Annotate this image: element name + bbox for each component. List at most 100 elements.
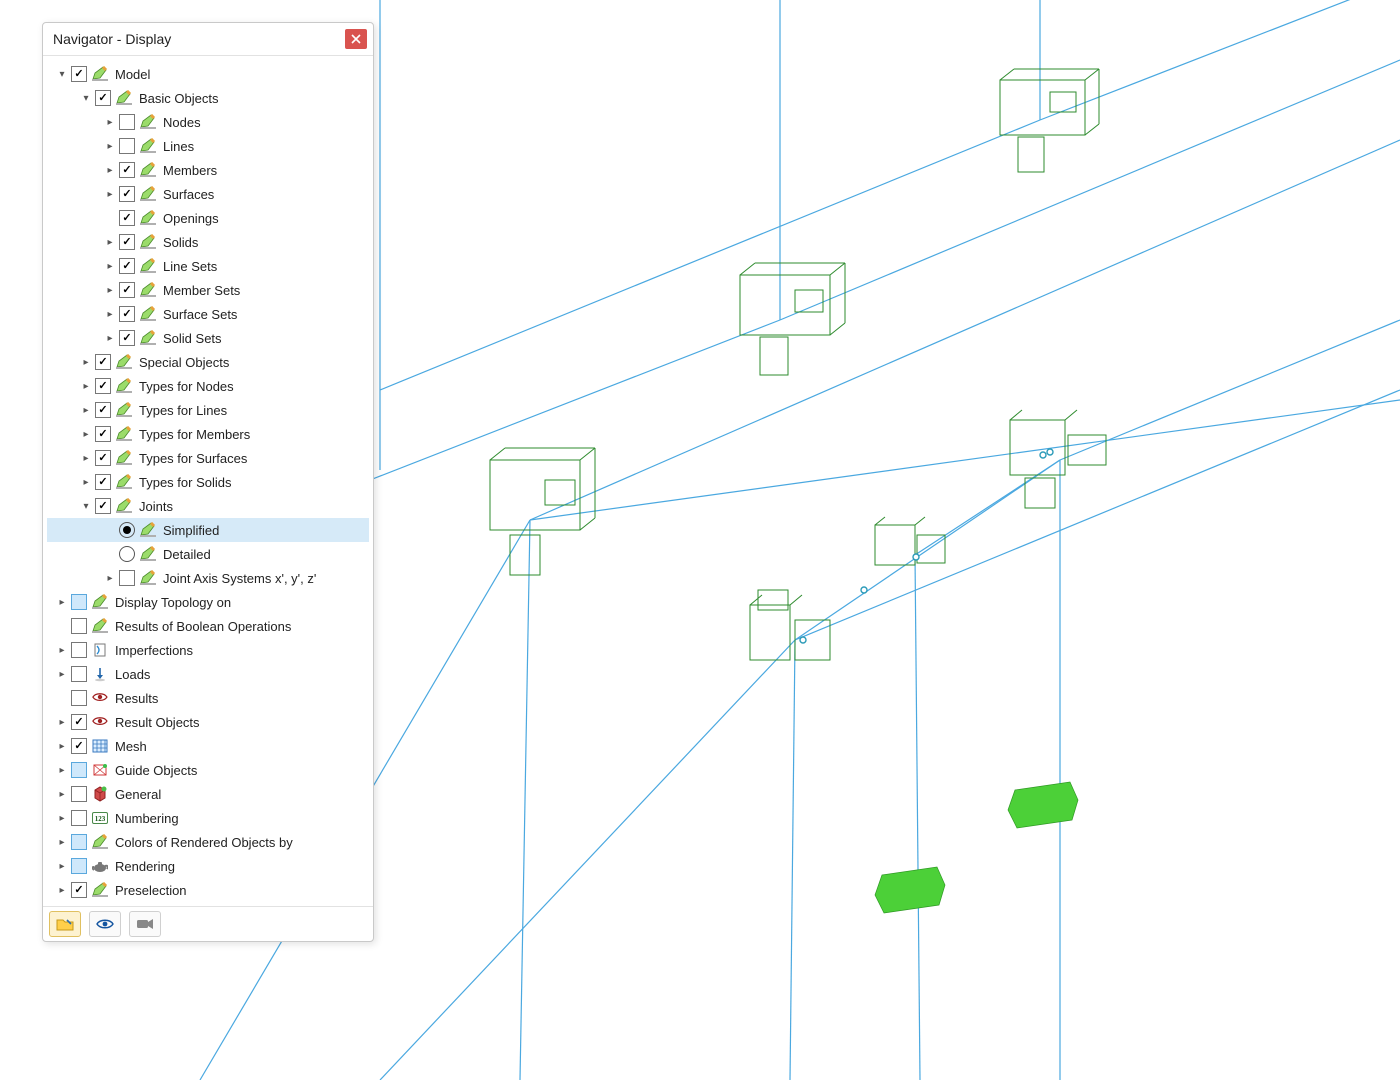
tree-item-solid-sets[interactable]: ▸Solid Sets	[47, 326, 369, 350]
tree-item-openings[interactable]: ▸Openings	[47, 206, 369, 230]
chevron-right-icon[interactable]: ▸	[103, 333, 117, 344]
chevron-right-icon[interactable]: ▸	[79, 405, 93, 416]
checkbox-member-sets[interactable]	[119, 282, 135, 298]
tree-item-nodes[interactable]: ▸Nodes	[47, 110, 369, 134]
tree-item-line-sets[interactable]: ▸Line Sets	[47, 254, 369, 278]
footer-btn-project[interactable]	[49, 911, 81, 937]
tree-item-result-objects[interactable]: ▸Result Objects	[47, 710, 369, 734]
chevron-right-icon[interactable]: ▸	[55, 885, 69, 896]
chevron-right-icon[interactable]: ▸	[55, 645, 69, 656]
checkbox-joints[interactable]	[95, 498, 111, 514]
checkbox-types-for-surfaces[interactable]	[95, 450, 111, 466]
tree-item-results-of-boolean-operations[interactable]: ▸Results of Boolean Operations	[47, 614, 369, 638]
tree-item-detailed[interactable]: ▸Detailed	[47, 542, 369, 566]
chevron-right-icon[interactable]: ▸	[55, 765, 69, 776]
tree-item-special-objects[interactable]: ▸Special Objects	[47, 350, 369, 374]
tree-item-joints[interactable]: ▾Joints	[47, 494, 369, 518]
tree[interactable]: ▾Model▾Basic Objects▸Nodes▸Lines▸Members…	[43, 56, 373, 906]
checkbox-line-sets[interactable]	[119, 258, 135, 274]
checkbox-loads[interactable]	[71, 666, 87, 682]
chevron-right-icon[interactable]: ▸	[79, 453, 93, 464]
chevron-down-icon[interactable]: ▾	[79, 501, 93, 512]
checkbox-display-topology-on[interactable]	[71, 594, 87, 610]
radio-simplified[interactable]	[119, 522, 135, 538]
tree-item-display-topology-on[interactable]: ▸Display Topology on	[47, 590, 369, 614]
tree-item-member-sets[interactable]: ▸Member Sets	[47, 278, 369, 302]
chevron-right-icon[interactable]: ▸	[103, 573, 117, 584]
chevron-right-icon[interactable]: ▸	[79, 429, 93, 440]
chevron-right-icon[interactable]: ▸	[103, 189, 117, 200]
chevron-right-icon[interactable]: ▸	[79, 381, 93, 392]
checkbox-colors-of-rendered-objects-by[interactable]	[71, 834, 87, 850]
checkbox-result-objects[interactable]	[71, 714, 87, 730]
tree-item-simplified[interactable]: ▸Simplified	[47, 518, 369, 542]
footer-btn-display[interactable]	[89, 911, 121, 937]
chevron-right-icon[interactable]: ▸	[79, 357, 93, 368]
tree-item-preselection[interactable]: ▸Preselection	[47, 878, 369, 902]
close-button[interactable]	[345, 29, 367, 49]
checkbox-rendering[interactable]	[71, 858, 87, 874]
tree-item-solids[interactable]: ▸Solids	[47, 230, 369, 254]
checkbox-results-of-boolean-operations[interactable]	[71, 618, 87, 634]
tree-item-mesh[interactable]: ▸Mesh	[47, 734, 369, 758]
checkbox-types-for-lines[interactable]	[95, 402, 111, 418]
chevron-right-icon[interactable]: ▸	[79, 477, 93, 488]
checkbox-imperfections[interactable]	[71, 642, 87, 658]
tree-item-lines[interactable]: ▸Lines	[47, 134, 369, 158]
tree-item-joint-axis-systems-x-y-z-[interactable]: ▸Joint Axis Systems x', y', z'	[47, 566, 369, 590]
checkbox-special-objects[interactable]	[95, 354, 111, 370]
chevron-right-icon[interactable]: ▸	[55, 789, 69, 800]
checkbox-basic-objects[interactable]	[95, 90, 111, 106]
checkbox-nodes[interactable]	[119, 114, 135, 130]
checkbox-numbering[interactable]	[71, 810, 87, 826]
tree-item-guide-objects[interactable]: ▸Guide Objects	[47, 758, 369, 782]
chevron-right-icon[interactable]: ▸	[103, 285, 117, 296]
checkbox-solids[interactable]	[119, 234, 135, 250]
tree-item-types-for-surfaces[interactable]: ▸Types for Surfaces	[47, 446, 369, 470]
radio-detailed[interactable]	[119, 546, 135, 562]
checkbox-surface-sets[interactable]	[119, 306, 135, 322]
checkbox-types-for-nodes[interactable]	[95, 378, 111, 394]
chevron-right-icon[interactable]: ▸	[55, 861, 69, 872]
tree-item-types-for-nodes[interactable]: ▸Types for Nodes	[47, 374, 369, 398]
chevron-right-icon[interactable]: ▸	[55, 717, 69, 728]
tree-item-model[interactable]: ▾Model	[47, 62, 369, 86]
tree-item-colors-of-rendered-objects-by[interactable]: ▸Colors of Rendered Objects by	[47, 830, 369, 854]
tree-item-basic-objects[interactable]: ▾Basic Objects	[47, 86, 369, 110]
chevron-right-icon[interactable]: ▸	[103, 165, 117, 176]
tree-item-types-for-solids[interactable]: ▸Types for Solids	[47, 470, 369, 494]
chevron-right-icon[interactable]: ▸	[55, 837, 69, 848]
tree-item-surface-sets[interactable]: ▸Surface Sets	[47, 302, 369, 326]
tree-item-results[interactable]: ▸Results	[47, 686, 369, 710]
chevron-right-icon[interactable]: ▸	[55, 597, 69, 608]
chevron-down-icon[interactable]: ▾	[55, 69, 69, 80]
checkbox-preselection[interactable]	[71, 882, 87, 898]
chevron-right-icon[interactable]: ▸	[103, 237, 117, 248]
checkbox-joint-axis-systems-x-y-z-[interactable]	[119, 570, 135, 586]
checkbox-surfaces[interactable]	[119, 186, 135, 202]
tree-item-members[interactable]: ▸Members	[47, 158, 369, 182]
chevron-right-icon[interactable]: ▸	[55, 813, 69, 824]
chevron-right-icon[interactable]: ▸	[103, 141, 117, 152]
tree-item-numbering[interactable]: ▸Numbering	[47, 806, 369, 830]
tree-item-imperfections[interactable]: ▸Imperfections	[47, 638, 369, 662]
chevron-right-icon[interactable]: ▸	[55, 669, 69, 680]
checkbox-mesh[interactable]	[71, 738, 87, 754]
checkbox-solid-sets[interactable]	[119, 330, 135, 346]
tree-item-types-for-members[interactable]: ▸Types for Members	[47, 422, 369, 446]
checkbox-results[interactable]	[71, 690, 87, 706]
tree-item-loads[interactable]: ▸Loads	[47, 662, 369, 686]
checkbox-types-for-solids[interactable]	[95, 474, 111, 490]
chevron-right-icon[interactable]: ▸	[55, 741, 69, 752]
chevron-right-icon[interactable]: ▸	[103, 261, 117, 272]
footer-btn-views[interactable]	[129, 911, 161, 937]
checkbox-guide-objects[interactable]	[71, 762, 87, 778]
checkbox-openings[interactable]	[119, 210, 135, 226]
chevron-right-icon[interactable]: ▸	[103, 117, 117, 128]
tree-item-general[interactable]: ▸General	[47, 782, 369, 806]
checkbox-general[interactable]	[71, 786, 87, 802]
checkbox-types-for-members[interactable]	[95, 426, 111, 442]
tree-item-surfaces[interactable]: ▸Surfaces	[47, 182, 369, 206]
checkbox-members[interactable]	[119, 162, 135, 178]
checkbox-lines[interactable]	[119, 138, 135, 154]
